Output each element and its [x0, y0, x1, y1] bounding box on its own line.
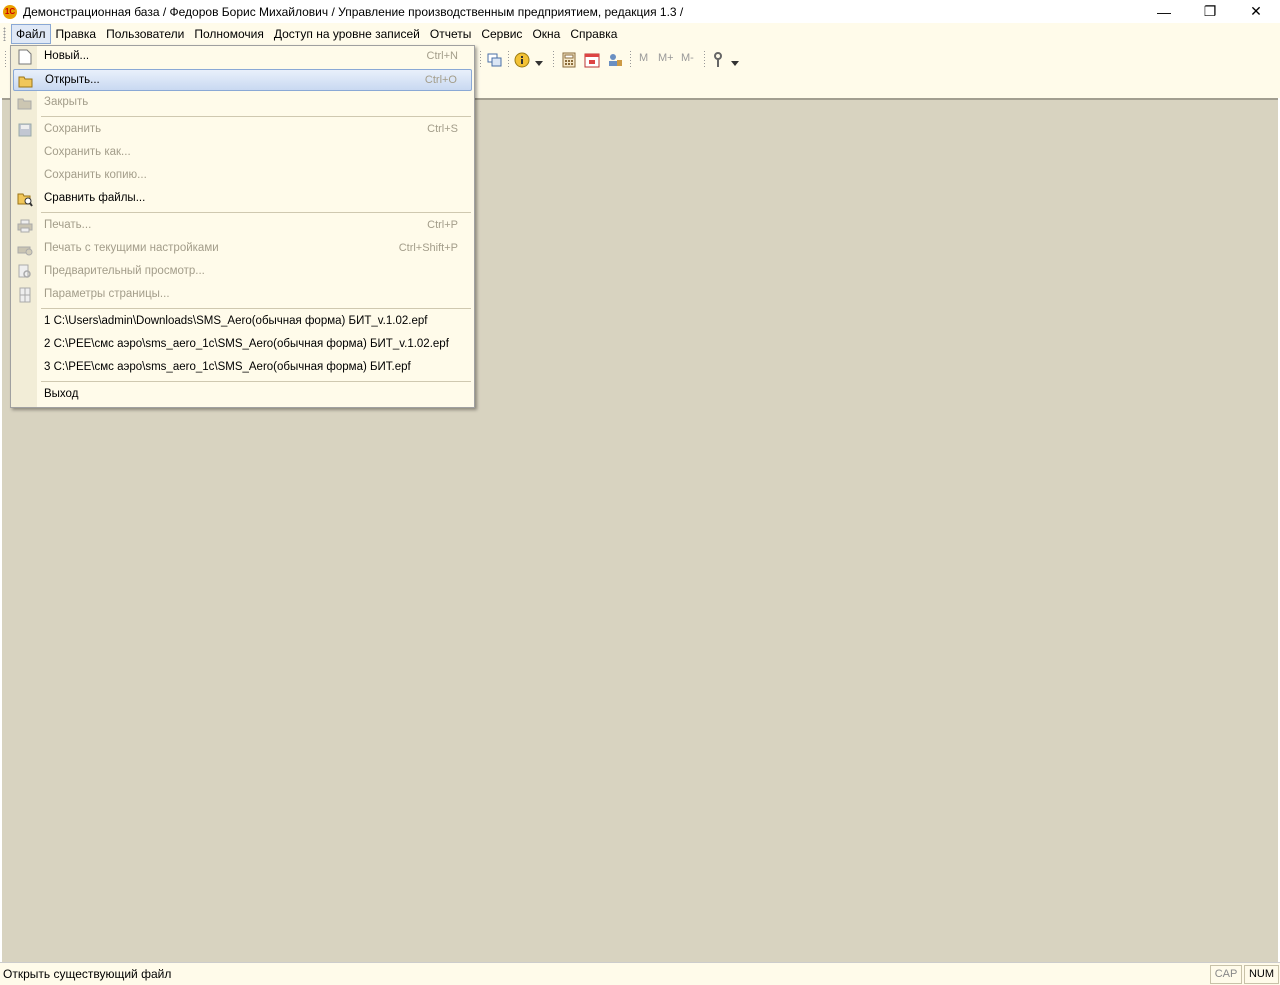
menu-item-shortcut: Ctrl+S	[427, 123, 458, 135]
menu-item-page-setup[interactable]: Параметры страницы...	[13, 284, 472, 306]
menu-item-save-as[interactable]: Сохранить как...	[13, 142, 472, 164]
menu-item-label: Сохранить копию...	[44, 169, 147, 181]
calendar-icon[interactable]	[584, 52, 600, 68]
window-title: Демонстрационная база / Федоров Борис Ми…	[23, 4, 684, 19]
menu-edit[interactable]: Правка	[51, 24, 102, 44]
menu-separator	[41, 212, 471, 213]
toolbar-separator	[553, 51, 554, 69]
memory-minus-button[interactable]: M-	[681, 52, 694, 64]
menu-item-label: Закрыть	[44, 96, 89, 108]
menu-help[interactable]: Справка	[565, 24, 622, 44]
tools-icon[interactable]	[710, 52, 726, 68]
page-setup-icon	[17, 287, 33, 303]
menu-item-label: Печать...	[44, 219, 92, 231]
toolbar-grip-icon[interactable]	[5, 51, 6, 69]
print-preview-icon	[17, 264, 33, 280]
menu-record-access[interactable]: Доступ на уровне записей	[269, 24, 425, 44]
info-dropdown-arrow-icon[interactable]	[534, 56, 544, 72]
menu-item-print[interactable]: Печать... Ctrl+P	[13, 215, 472, 237]
menu-permissions[interactable]: Полномочия	[189, 24, 268, 44]
toolbar-separator	[630, 51, 631, 69]
restore-button[interactable]: ❐	[1187, 0, 1233, 23]
menu-item-new[interactable]: Новый... Ctrl+N	[13, 46, 472, 68]
memory-plus-button[interactable]: M+	[658, 52, 674, 64]
menu-item-shortcut: Ctrl+Shift+P	[398, 242, 458, 254]
menu-item-preview[interactable]: Предварительный просмотр...	[13, 261, 472, 283]
info-icon[interactable]	[514, 52, 530, 68]
close-window-button[interactable]: ✕	[1233, 0, 1279, 23]
toolbar-separator	[480, 51, 481, 69]
menu-item-label: Сравнить файлы...	[44, 192, 146, 204]
save-disk-icon	[17, 122, 33, 138]
minimize-button[interactable]: —	[1141, 0, 1187, 23]
menu-item-label: Сохранить	[44, 123, 102, 135]
caps-lock-indicator: CAP	[1210, 965, 1242, 984]
status-text: Открыть существующий файл	[3, 967, 172, 981]
menu-service[interactable]: Сервис	[476, 24, 527, 44]
menu-bar: Файл Правка Пользователи Полномочия Дост…	[0, 23, 1280, 45]
file-menu-dropdown: Новый... Ctrl+N Открыть... Ctrl+O Закрыт…	[10, 45, 475, 408]
toolbar-separator	[704, 51, 705, 69]
user-settings-icon[interactable]	[607, 52, 623, 68]
menu-separator	[41, 381, 471, 382]
title-bar: 1С Демонстрационная база / Федоров Борис…	[0, 0, 1280, 23]
menu-item-label: Предварительный просмотр...	[44, 265, 205, 277]
printer-icon	[17, 218, 33, 234]
menu-separator	[41, 116, 471, 117]
menu-item-label: Выход	[44, 388, 79, 400]
windows-cascade-icon[interactable]	[487, 52, 503, 68]
menu-item-label: 1 C:\Users\admin\Downloads\SMS_Aero(обыч…	[44, 315, 428, 327]
menu-item-compare-files[interactable]: Сравнить файлы...	[13, 188, 472, 210]
tools-dropdown-arrow-icon[interactable]	[730, 56, 740, 72]
menu-item-open[interactable]: Открыть... Ctrl+O	[13, 69, 472, 91]
menu-file[interactable]: Файл	[11, 24, 51, 44]
menu-item-recent-file-2[interactable]: 2 C:\PEE\смс аэро\sms_aero_1c\SMS_Aero(о…	[13, 334, 472, 356]
menu-item-shortcut: Ctrl+P	[427, 219, 458, 231]
menu-item-label: Открыть...	[45, 74, 100, 86]
menu-item-recent-file-3[interactable]: 3 C:\PEE\смс аэро\sms_aero_1c\SMS_Aero(о…	[13, 357, 472, 379]
menu-windows[interactable]: Окна	[527, 24, 565, 44]
menu-item-save-copy[interactable]: Сохранить копию...	[13, 165, 472, 187]
menu-item-save[interactable]: Сохранить Ctrl+S	[13, 119, 472, 141]
menu-reports[interactable]: Отчеты	[425, 24, 476, 44]
menu-item-close[interactable]: Закрыть	[13, 92, 472, 114]
toolbar-separator	[508, 51, 509, 69]
status-bar: Открыть существующий файл CAP NUM	[0, 962, 1280, 985]
menu-item-label: Новый...	[44, 50, 90, 62]
menu-item-label: 2 C:\PEE\смс аэро\sms_aero_1c\SMS_Aero(о…	[44, 338, 449, 350]
calculator-icon[interactable]	[561, 52, 577, 68]
open-folder-icon	[18, 73, 34, 89]
menu-item-label: 3 C:\PEE\смс аэро\sms_aero_1c\SMS_Aero(о…	[44, 361, 411, 373]
menu-item-label: Печать с текущими настройками	[44, 242, 219, 254]
compare-files-icon	[17, 191, 33, 207]
menu-separator	[41, 308, 471, 309]
menu-item-shortcut: Ctrl+O	[424, 74, 457, 86]
new-document-icon	[17, 49, 33, 65]
menu-item-print-current[interactable]: Печать с текущими настройками Ctrl+Shift…	[13, 238, 472, 260]
num-lock-indicator: NUM	[1244, 965, 1279, 984]
close-folder-icon	[17, 95, 33, 111]
menu-item-recent-file-1[interactable]: 1 C:\Users\admin\Downloads\SMS_Aero(обыч…	[13, 311, 472, 333]
menu-item-label: Параметры страницы...	[44, 288, 170, 300]
menubar-grip-icon[interactable]	[3, 27, 6, 41]
print-settings-icon	[17, 241, 33, 257]
memory-button[interactable]: M	[639, 52, 648, 64]
menu-users[interactable]: Пользователи	[101, 24, 189, 44]
menu-item-exit[interactable]: Выход	[13, 384, 472, 406]
menu-item-label: Сохранить как...	[44, 146, 131, 158]
menu-item-shortcut: Ctrl+N	[426, 50, 458, 62]
app-logo-icon: 1С	[3, 4, 17, 19]
